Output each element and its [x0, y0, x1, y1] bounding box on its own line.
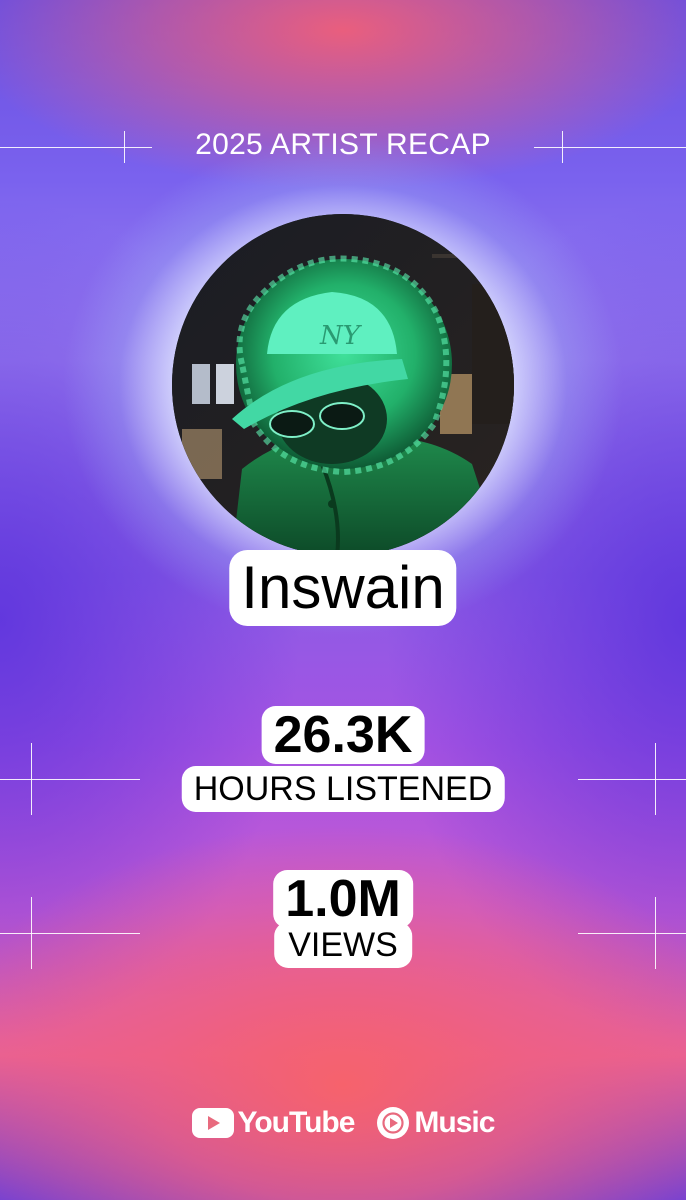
youtube-music-icon [377, 1107, 410, 1139]
youtube-music-brand: Music [376, 1106, 495, 1140]
artist-avatar: NY [172, 214, 514, 556]
recap-card: 2025 ARTIST RECAP NY Inswain 26.3K HOURS… [0, 0, 686, 1200]
artist-photo-icon: NY [172, 214, 514, 556]
views-value: 1.0M [273, 870, 413, 928]
recap-title: 2025 ARTIST RECAP [195, 128, 491, 161]
hours-listened-label: HOURS LISTENED [181, 766, 505, 812]
artist-name: Inswain [229, 550, 457, 626]
youtube-brand: YouTube [191, 1106, 356, 1140]
music-label: Music [414, 1106, 495, 1139]
hours-listened-value: 26.3K [261, 706, 425, 764]
youtube-play-icon [191, 1108, 234, 1138]
views-label: VIEWS [274, 922, 412, 968]
svg-text:NY: NY [319, 321, 363, 351]
footer-branding: YouTube Music [0, 1102, 686, 1144]
youtube-label: YouTube [237, 1106, 356, 1139]
